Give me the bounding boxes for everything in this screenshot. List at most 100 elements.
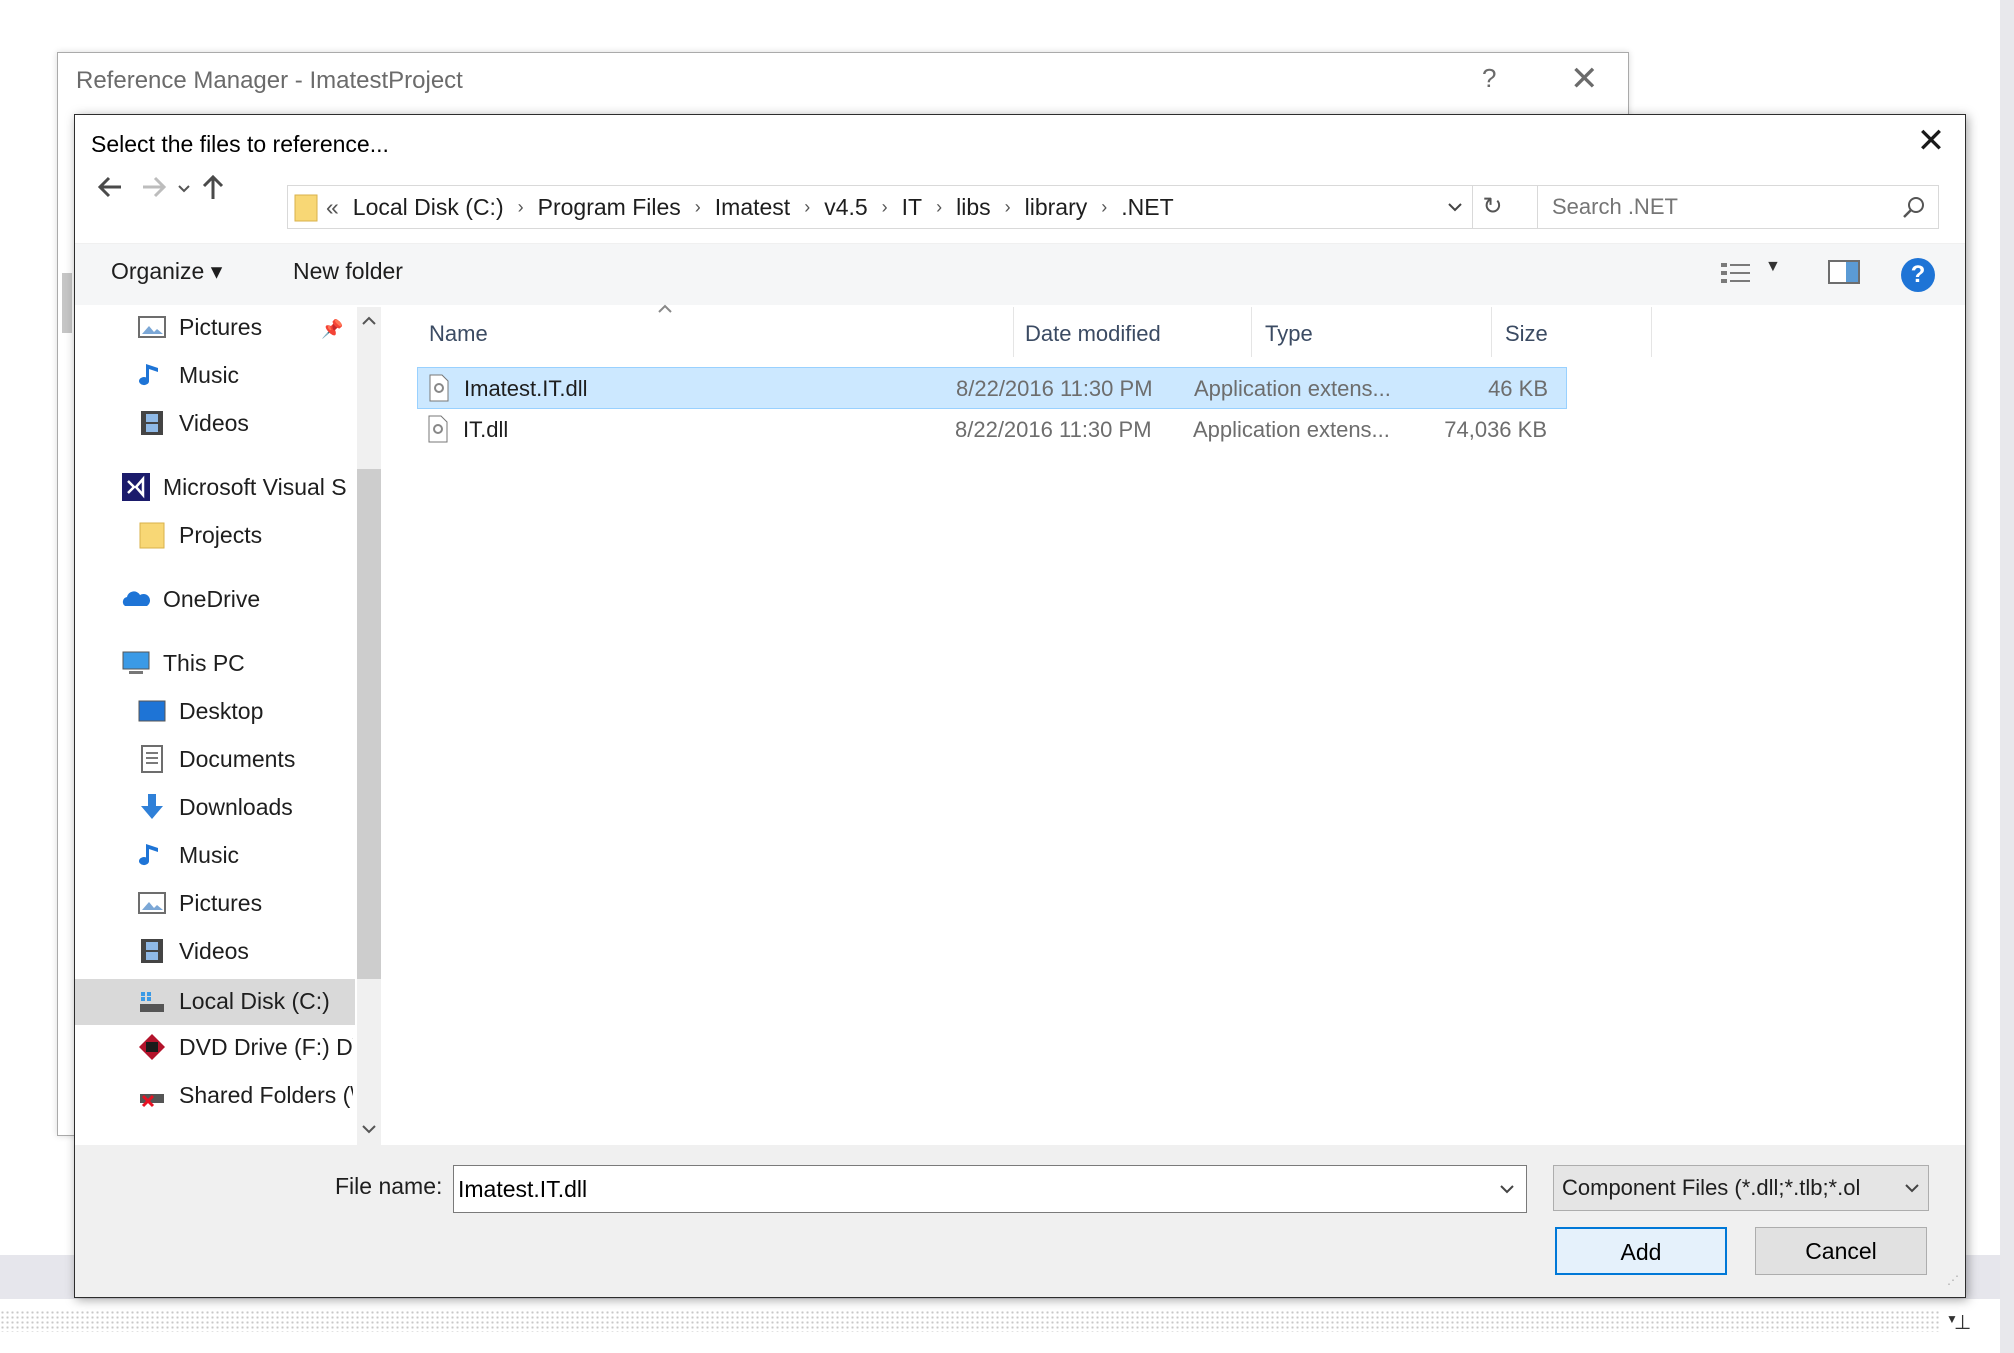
music-icon [139,844,158,866]
breadcrumb-overflow[interactable]: « [326,194,339,221]
vs-scrollbar[interactable] [2000,0,2014,1353]
view-options-chevron-icon[interactable]: ▼ [1765,258,1781,276]
search-input[interactable] [1552,186,1882,228]
dll-file-icon [428,415,448,443]
help-button[interactable]: ? [1482,63,1496,94]
column-header-size[interactable]: Size [1505,321,1548,347]
file-size: 46 KB [1488,376,1548,401]
dialog-footer: File name: Component Files (*.dll;*.tlb;… [75,1145,1965,1297]
add-button[interactable]: Add [1555,1227,1727,1275]
nav-item-pictures[interactable]: Pictures [137,305,262,349]
documents-icon [141,745,163,773]
breadcrumb-item[interactable]: Imatest [715,194,790,221]
column-divider[interactable] [1251,307,1252,357]
breadcrumb-separator-icon[interactable]: › [695,197,701,218]
file-type: Application extens... [1194,376,1391,401]
recent-locations-chevron-icon[interactable] [173,169,195,209]
help-icon[interactable]: ? [1901,258,1935,292]
search-icon[interactable] [1900,194,1928,222]
column-divider[interactable] [1651,307,1652,357]
nav-item-label: Pictures [179,889,263,916]
cancel-button[interactable]: Cancel [1755,1227,1927,1275]
breadcrumb-item[interactable]: Program Files [538,194,681,221]
file-name-combobox[interactable] [453,1165,1527,1213]
vs-panel-grip [0,1310,1940,1332]
breadcrumb-separator-icon[interactable]: › [1005,197,1011,218]
nav-item-pictures-2[interactable]: Pictures [137,881,262,925]
breadcrumb-separator-icon[interactable]: › [804,197,810,218]
nav-scrollbar-thumb[interactable] [357,469,381,979]
breadcrumb-separator-icon[interactable]: › [518,197,524,218]
back-arrow-icon[interactable] [93,167,129,207]
nav-item-label: Local Disk (C:) [179,987,330,1014]
nav-item-projects[interactable]: Projects [137,513,262,557]
filter-chevron-icon[interactable] [1898,1166,1926,1210]
dvd-icon [139,1034,165,1060]
reference-manager-title: Reference Manager - ImatestProject [76,67,463,94]
breadcrumb-item[interactable]: v4.5 [824,194,867,221]
nav-item-local-disk[interactable]: Local Disk (C:) [137,979,330,1023]
nav-item-music-2[interactable]: Music [137,833,239,877]
nav-item-dvd-drive[interactable]: DVD Drive (F:) D\ [137,1025,353,1069]
breadcrumb-item[interactable]: Local Disk (C:) [353,194,504,221]
nav-item-shared-folders[interactable]: Shared Folders (\ [137,1073,353,1117]
pin-icon[interactable]: 📌 [321,319,343,339]
resize-grip-icon[interactable]: ⋰ [1947,1273,1963,1289]
breadcrumb-item[interactable]: library [1025,194,1088,221]
new-folder-button[interactable]: New folder [293,258,403,285]
pictures-icon [138,316,166,338]
videos-icon [141,411,163,435]
folder-icon [139,522,165,549]
details-view-icon[interactable] [1719,258,1755,288]
address-history-chevron-icon[interactable] [1440,186,1470,228]
breadcrumb-item-current[interactable]: .NET [1121,194,1173,221]
downloads-icon [141,794,163,819]
forward-arrow-icon[interactable] [135,167,171,207]
scroll-up-chevron-icon[interactable] [357,311,381,331]
nav-item-documents[interactable]: Documents [137,737,295,781]
column-divider[interactable] [1013,307,1014,357]
organize-menu-button[interactable]: Organize ▾ [111,258,222,285]
file-list: Name Date modified Type Size Imatest.IT.… [385,304,1965,1145]
nav-item-music[interactable]: Music [137,353,239,397]
nav-item-visual-studio[interactable]: Microsoft Visual S [121,465,353,509]
column-header-date-modified[interactable]: Date modified [1025,321,1161,347]
scroll-down-chevron-icon[interactable] [357,1119,381,1139]
dialog-close-button[interactable]: ✕ [1911,121,1951,161]
nav-item-videos[interactable]: Videos [137,401,249,445]
desktop-icon [138,700,166,722]
up-arrow-icon[interactable] [195,167,231,207]
videos-icon [141,939,163,963]
breadcrumb-separator-icon[interactable]: › [1101,197,1107,218]
vs-pin-icon[interactable]: ⊥ [1954,1310,1971,1335]
file-row-selected[interactable]: Imatest.IT.dll 8/22/2016 11:30 PM Applic… [417,367,1567,409]
nav-item-videos-2[interactable]: Videos [137,929,249,973]
nav-item-desktop[interactable]: Desktop [137,689,263,733]
navigation-pane: 📌 Pictures Music Videos Microsoft Visual… [75,307,383,1145]
preview-pane-icon[interactable] [1827,258,1861,286]
nav-item-onedrive[interactable]: OneDrive [121,577,260,621]
dialog-title: Select the files to reference... [91,131,389,157]
close-button[interactable]: ✕ [1570,59,1599,99]
search-box[interactable] [1537,185,1939,229]
column-divider[interactable] [1491,307,1492,357]
breadcrumb-item[interactable]: IT [902,194,922,221]
file-row[interactable]: IT.dll 8/22/2016 11:30 PM Application ex… [417,409,1567,451]
file-type-filter-select[interactable]: Component Files (*.dll;*.tlb;*.ol [1553,1165,1929,1211]
refresh-icon[interactable]: ↻ [1472,186,1512,228]
file-name: Imatest.IT.dll [464,376,588,401]
breadcrumb-item[interactable]: libs [956,194,991,221]
file-name-input[interactable] [458,1166,1458,1212]
nav-item-downloads[interactable]: Downloads [137,785,293,829]
scrollbar-thumb[interactable] [62,273,72,333]
nav-item-label: Projects [179,521,263,548]
nav-item-label: Videos [179,409,249,436]
nav-item-this-pc[interactable]: This PC [121,641,245,685]
address-bar[interactable]: « Local Disk (C:) › Program Files › Imates… [287,185,1583,229]
nav-item-label: Videos [179,937,249,964]
breadcrumb-separator-icon[interactable]: › [936,197,942,218]
file-name-chevron-icon[interactable] [1490,1166,1524,1212]
breadcrumb-separator-icon[interactable]: › [882,197,888,218]
column-header-name[interactable]: Name [429,321,488,347]
column-header-type[interactable]: Type [1265,321,1313,347]
